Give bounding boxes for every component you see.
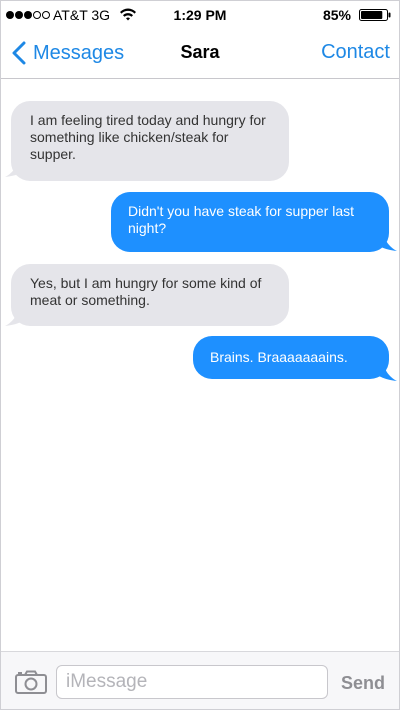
message-text: Didn't you have steak for supper last ni… [128, 203, 355, 236]
status-bar: AT&T 3G 1:29 PM 85% [1, 1, 399, 27]
navigation-bar: Messages Sara Contact [1, 27, 399, 79]
message-bubble-outgoing: Brains. Braaaaaaains. [193, 336, 389, 379]
message-text: Brains. Braaaaaaains. [210, 349, 348, 365]
message-input-bar: Send [1, 651, 399, 709]
message-bubble-outgoing: Didn't you have steak for supper last ni… [111, 192, 389, 252]
message-input[interactable] [56, 665, 328, 699]
message-bubble-incoming: Yes, but I am hungry for some kind of me… [11, 264, 289, 326]
messages-screen: AT&T 3G 1:29 PM 85% Messages Sara Contac… [0, 0, 400, 710]
battery-percentage: 85% [322, 7, 351, 23]
send-button[interactable]: Send [341, 673, 385, 694]
message-text: I am feeling tired today and hungry for … [30, 112, 266, 162]
message-text: Yes, but I am hungry for some kind of me… [30, 275, 262, 308]
contact-button[interactable]: Contact [321, 41, 390, 64]
camera-icon[interactable] [15, 670, 47, 694]
message-bubble-incoming: I am feeling tired today and hungry for … [11, 101, 289, 181]
message-list: I am feeling tired today and hungry for … [1, 79, 399, 651]
battery-icon [359, 9, 391, 21]
battery-fill [361, 11, 383, 19]
